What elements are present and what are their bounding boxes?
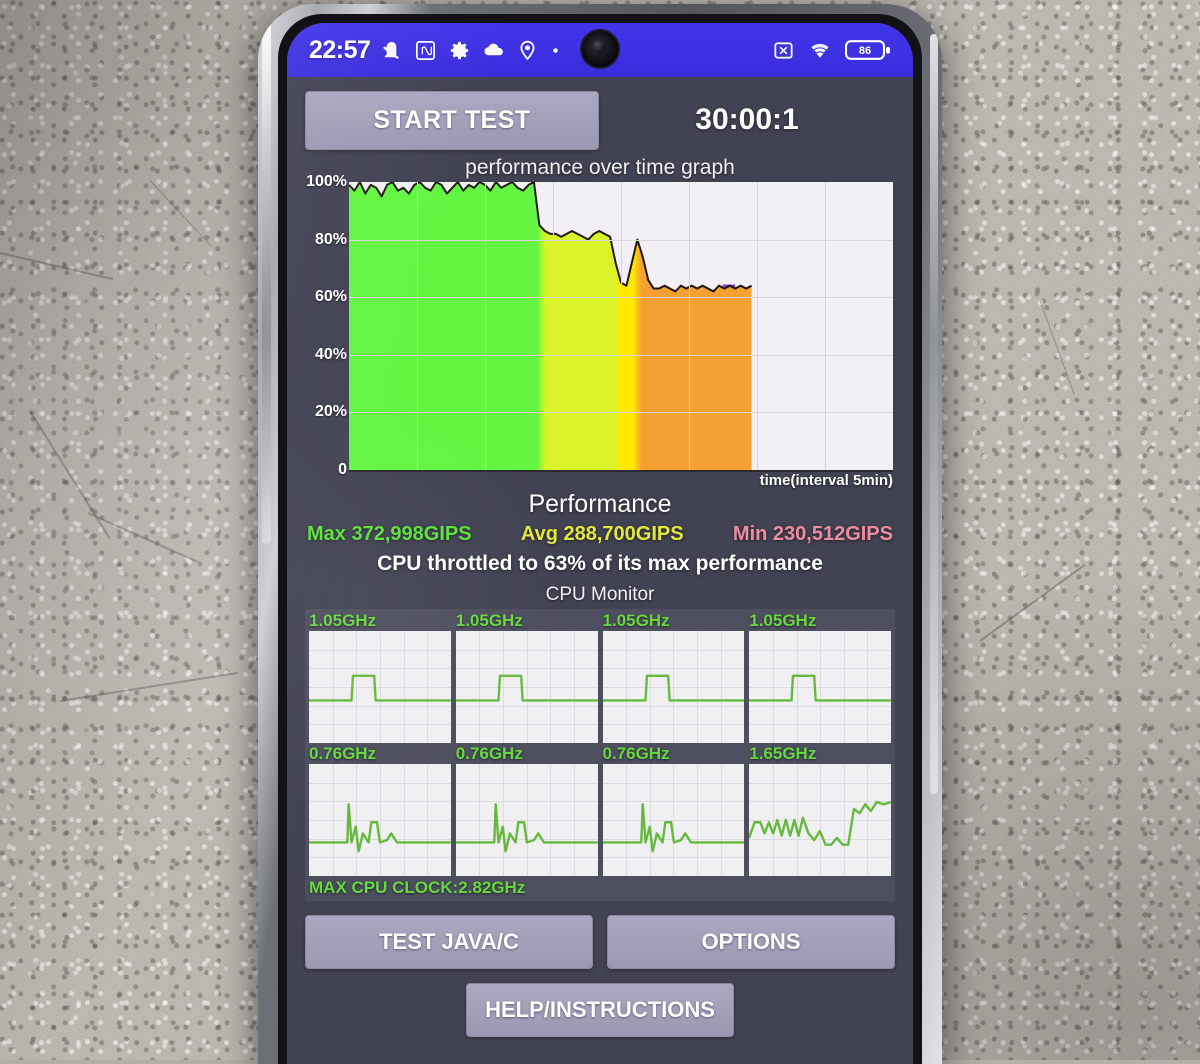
help-instructions-button[interactable]: HELP/INSTRUCTIONS (466, 983, 734, 1037)
chart-area-zone (349, 182, 542, 470)
chart-plot-area (349, 182, 893, 472)
cpu-core: 1.05GHz (309, 611, 451, 743)
phone-screen: 22:57 86 START TEST 30:00:1 performance … (287, 23, 913, 1064)
cpu-core: 1.05GHz (455, 611, 598, 743)
cpu-core-graph (309, 631, 451, 743)
cpu-core: 0.76GHz (602, 744, 745, 876)
cpu-core-row-bottom: 0.76GHz 0.76GHz 0.76GHz 1.65GHz (309, 744, 891, 876)
cpu-core-waveform (456, 631, 598, 743)
test-java-c-button[interactable]: TEST JAVA/C (305, 915, 593, 969)
chart-gridline (417, 182, 418, 470)
cpu-core-graph (455, 631, 598, 743)
performance-heading: Performance (528, 490, 672, 518)
chart-gridline (553, 182, 554, 470)
battery-icon: 86 (845, 40, 890, 60)
phone-device: 22:57 86 START TEST 30:00:1 performance … (258, 4, 942, 1064)
status-right-icons: 86 (772, 37, 891, 63)
status-left-icons (380, 39, 561, 62)
cpu-core-graph (455, 764, 598, 876)
wifi-icon (811, 43, 829, 58)
chart-y-axis: 100% 80% 60% 40% 20% 0 (305, 173, 347, 478)
action-button-row: TEST JAVA/C OPTIONS (305, 915, 895, 969)
cpu-core-waveform (603, 631, 745, 743)
cpu-core-waveform (749, 764, 891, 876)
start-test-button[interactable]: START TEST (305, 90, 599, 150)
cpu-core: 1.65GHz (749, 744, 891, 876)
cpu-monitor-panel: 1.05GHz 1.05GHz 1.05GHz 1.05GHz 0.76GHz 0.76… (305, 609, 895, 901)
test-timer: 30:00:1 (695, 103, 799, 136)
chart-ytick: 60% (314, 288, 347, 306)
performance-chart-title: performance over time graph (465, 156, 735, 179)
chart-gridline (349, 239, 893, 241)
chart-gridline (349, 412, 893, 414)
cpu-core-waveform (603, 764, 745, 876)
location-pin-icon (520, 40, 535, 60)
help-button-row: HELP/INSTRUCTIONS (305, 983, 895, 1037)
chart-ytick: 0 (338, 461, 347, 478)
perf-avg: Avg 288,700GIPS (520, 523, 684, 545)
chart-gridline (349, 297, 893, 299)
max-cpu-clock-label: MAX CPU CLOCK:2.82GHz (309, 878, 526, 897)
perf-min: Min 230,512GIPS (732, 523, 893, 545)
perf-max: Max 372,998GIPS (307, 523, 472, 545)
cpu-core-frequency: 1.05GHz (309, 611, 377, 630)
dot-icon (553, 47, 559, 53)
chart-ytick: 20% (314, 403, 347, 421)
chart-gridline (825, 182, 826, 470)
cpu-core-frequency: 1.05GHz (455, 611, 523, 630)
cpu-core-row-top: 1.05GHz 1.05GHz 1.05GHz 1.05GHz (309, 611, 891, 743)
cpu-core-graph (602, 764, 745, 876)
top-toolbar: START TEST 30:00:1 (305, 90, 895, 150)
nfc-icon (416, 40, 436, 60)
mute-icon (383, 41, 400, 59)
cpu-core-graph (749, 631, 891, 743)
cpu-core-waveform (456, 764, 598, 876)
phone-bezel: 22:57 86 START TEST 30:00:1 performance … (278, 14, 922, 1064)
chart-gridline (485, 182, 486, 470)
cpu-core-frequency: 0.76GHz (455, 744, 523, 763)
cpu-core-waveform (309, 764, 451, 876)
chart-ytick: 40% (314, 345, 347, 363)
cpu-core-frequency: 0.76GHz (602, 744, 670, 763)
cpu-core-frequency: 1.65GHz (749, 744, 817, 763)
cpu-core-frequency: 1.05GHz (749, 611, 817, 630)
cpu-core: 0.76GHz (455, 744, 598, 876)
chart-ytick: 80% (314, 230, 347, 248)
cpu-core: 0.76GHz (309, 744, 451, 876)
cpu-core-frequency: 0.76GHz (309, 744, 377, 763)
chart-x-axis-label: time(interval 5min) (759, 472, 893, 489)
cpu-monitor-heading: CPU Monitor (545, 584, 655, 605)
status-bar: 22:57 86 (287, 23, 913, 77)
options-button[interactable]: OPTIONS (607, 915, 895, 969)
cpu-core-frequency: 1.05GHz (602, 611, 670, 630)
cpu-core-graph (602, 631, 745, 743)
chart-empty-tail (751, 182, 893, 470)
chart-gridline (689, 182, 690, 470)
cpu-core: 1.05GHz (602, 611, 745, 743)
cloud-icon (484, 43, 504, 55)
cpu-core-waveform (749, 631, 891, 743)
status-time: 22:57 (309, 35, 371, 64)
chart-gridline (621, 182, 622, 470)
gear-icon (451, 41, 469, 59)
cpu-core-waveform (309, 631, 451, 743)
chart-gridline (757, 182, 758, 470)
throttle-summary: CPU throttled to 63% of its max performa… (377, 552, 823, 575)
chart-gridline (349, 354, 893, 356)
chart-ytick: 100% (306, 173, 347, 190)
throttling-test-app: START TEST 30:00:1 performance over time… (287, 90, 913, 1037)
cpu-core-graph (749, 764, 891, 876)
performance-stats: Max 372,998GIPS Avg 288,700GIPS Min 230,… (305, 523, 895, 546)
cpu-core: 1.05GHz (749, 611, 891, 743)
cpu-core-graph (309, 764, 451, 876)
performance-chart: 100% 80% 60% 40% 20% 0 time(interval 5min) (305, 173, 895, 489)
battery-level: 86 (859, 45, 871, 57)
no-sim-icon (774, 41, 793, 59)
front-camera (582, 31, 618, 67)
